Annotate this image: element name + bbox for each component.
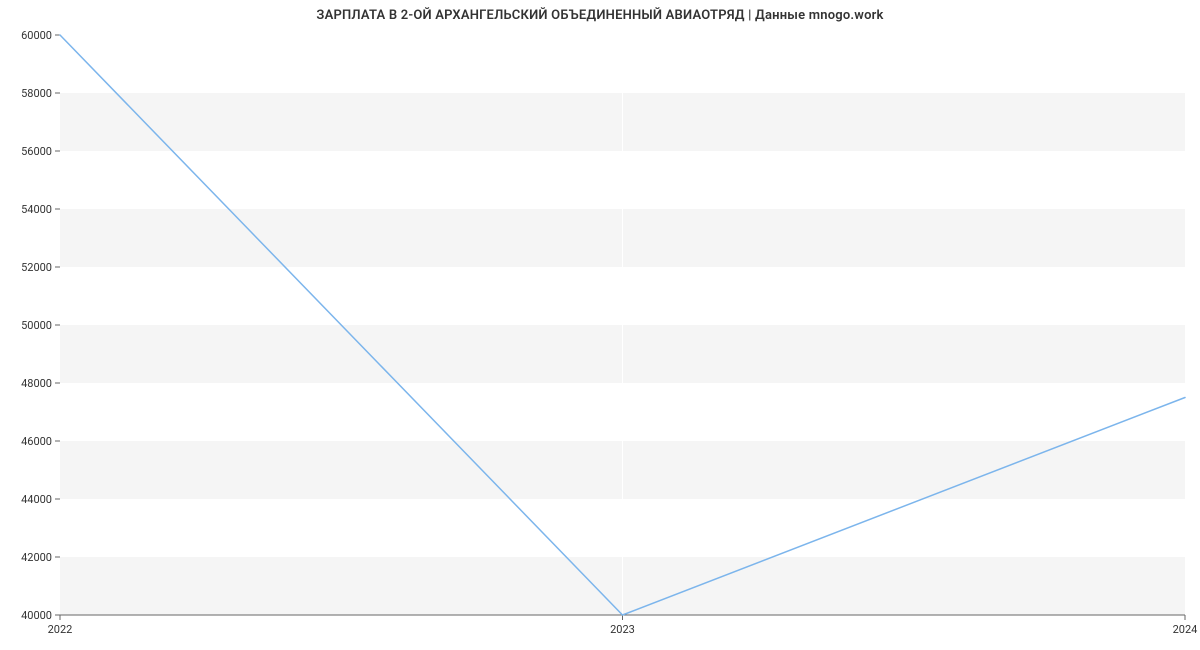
y-tick-label: 50000 (21, 319, 52, 332)
y-tick-label: 46000 (21, 435, 52, 448)
x-tick-label: 2023 (610, 623, 635, 636)
y-tick-label: 56000 (21, 145, 52, 158)
y-tick-label: 54000 (21, 203, 52, 216)
y-tick-label: 58000 (21, 87, 52, 100)
y-tick-label: 60000 (21, 29, 52, 42)
y-tick-label: 42000 (21, 551, 52, 564)
y-tick-label: 48000 (21, 377, 52, 390)
x-tick-label: 2022 (48, 623, 73, 636)
y-tick-label: 44000 (21, 493, 52, 506)
x-tick-label: 2024 (1173, 623, 1198, 636)
chart-svg: 40000 42000 44000 46000 48000 50000 52000 54000… (0, 0, 1200, 650)
y-tick-label: 52000 (21, 261, 52, 274)
y-tick-label: 40000 (21, 609, 52, 622)
